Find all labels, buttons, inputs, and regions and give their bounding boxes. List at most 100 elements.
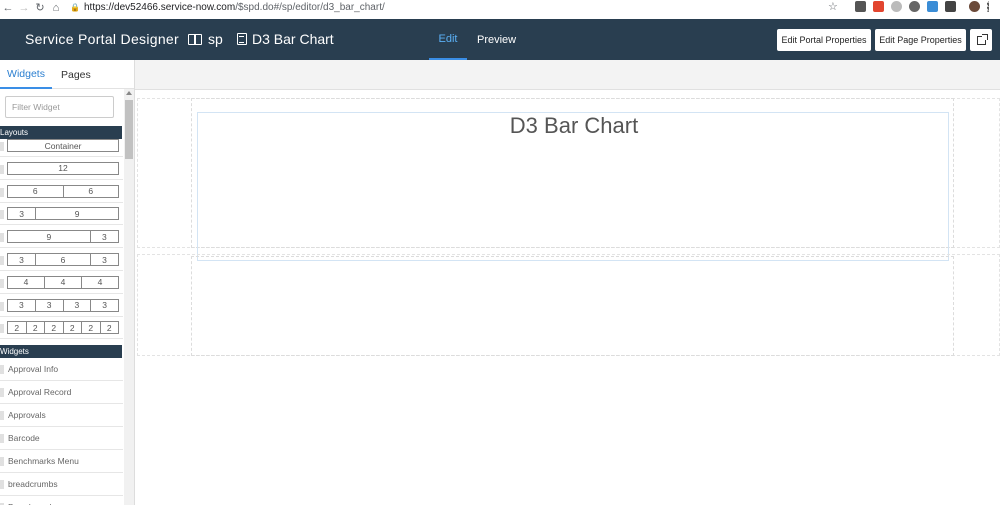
layout-item[interactable]: Container bbox=[0, 135, 123, 157]
menu-kebab-icon[interactable] bbox=[987, 1, 990, 12]
widget-list-item[interactable]: Approval Record bbox=[0, 381, 123, 404]
widget-list-item[interactable]: Approvals bbox=[0, 404, 123, 427]
drag-handle-icon[interactable] bbox=[0, 324, 4, 334]
tab-preview[interactable]: Preview bbox=[473, 19, 520, 60]
layout-column: 6 bbox=[36, 254, 91, 265]
app-title: Service Portal Designer bbox=[25, 31, 179, 47]
layout-column: 9 bbox=[8, 231, 91, 243]
canvas-toolbar bbox=[135, 60, 1000, 90]
lock-icon[interactable]: 🔒 bbox=[70, 3, 80, 12]
ext-blue-icon[interactable] bbox=[927, 1, 938, 12]
row-2[interactable] bbox=[191, 256, 954, 356]
layout-preview: 3333 bbox=[7, 298, 119, 312]
drag-handle-icon[interactable] bbox=[0, 256, 4, 265]
page-canvas: D3 Bar Chart bbox=[135, 90, 1000, 505]
bookmark-star-icon[interactable]: ☆ bbox=[828, 0, 838, 13]
ext-grey-icon[interactable] bbox=[891, 1, 902, 12]
layout-column: 3 bbox=[64, 299, 92, 311]
edit-page-properties-button[interactable]: Edit Page Properties bbox=[875, 29, 966, 51]
layout-column: 4 bbox=[97, 277, 103, 288]
url-path: /$spd.do#/sp/editor/d3_bar_chart/ bbox=[235, 2, 385, 13]
layout-preview: 39 bbox=[7, 207, 119, 221]
book-icon bbox=[188, 33, 202, 45]
layout-item[interactable]: 3333 bbox=[0, 295, 123, 317]
layout-preview: Container bbox=[7, 139, 119, 152]
home-icon[interactable]: ⌂ bbox=[48, 2, 64, 14]
drag-handle-icon[interactable] bbox=[0, 411, 4, 420]
drag-handle-icon[interactable] bbox=[0, 164, 4, 174]
layout-preview: 444 bbox=[7, 275, 119, 289]
layout-item[interactable]: 12 bbox=[0, 158, 123, 180]
widget-list-item[interactable]: Barcode bbox=[0, 427, 123, 450]
widget-title: D3 Bar Chart bbox=[509, 113, 639, 138]
tab-widgets[interactable]: Widgets bbox=[0, 60, 52, 89]
layout-item[interactable]: 66 bbox=[0, 181, 123, 203]
widget-list-item[interactable]: breadcrumbs bbox=[0, 473, 123, 496]
widget-list-item[interactable]: Benchmarks Menu bbox=[0, 450, 123, 473]
designer-header: Service Portal Designer sp D3 Bar Chart … bbox=[0, 19, 1000, 60]
edit-portal-properties-button[interactable]: Edit Portal Properties bbox=[777, 29, 871, 51]
layout-preview: 222222 bbox=[7, 321, 119, 335]
scroll-up-icon[interactable] bbox=[126, 91, 132, 95]
widget-list-item[interactable]: Approval Info bbox=[0, 358, 123, 381]
layout-column: 6 bbox=[88, 186, 94, 197]
layout-column: 4 bbox=[45, 276, 82, 288]
pocket-extension-icon[interactable] bbox=[855, 1, 866, 12]
layout-item[interactable]: 39 bbox=[0, 203, 123, 226]
tab-pages[interactable]: Pages bbox=[56, 60, 96, 89]
drag-handle-icon[interactable] bbox=[0, 434, 4, 443]
widgets-list: Approval Info Approval Record Approvals Bar… bbox=[0, 358, 123, 505]
drag-handle-icon[interactable] bbox=[0, 301, 4, 311]
drag-handle-icon[interactable] bbox=[0, 388, 4, 397]
sidebar-scrollbar[interactable] bbox=[124, 89, 134, 505]
reload-icon[interactable]: ↻ bbox=[32, 1, 48, 14]
widgets-heading: Widgets bbox=[0, 345, 122, 358]
widget-list-label: Barcode bbox=[8, 433, 40, 443]
drag-handle-icon[interactable] bbox=[0, 278, 4, 288]
layout-column: 2 bbox=[64, 322, 82, 334]
layout-preview: 93 bbox=[7, 230, 119, 244]
ext-shield-icon[interactable] bbox=[945, 1, 956, 12]
drag-handle-icon[interactable] bbox=[0, 233, 4, 243]
ext-dark-icon[interactable] bbox=[909, 1, 920, 12]
portal-selector[interactable]: sp bbox=[188, 31, 223, 47]
d3-bar-chart-widget[interactable]: D3 Bar Chart bbox=[197, 112, 949, 261]
open-page-button[interactable] bbox=[970, 29, 992, 51]
page-selector[interactable]: D3 Bar Chart bbox=[237, 31, 334, 47]
layout-column: Container bbox=[44, 140, 82, 151]
filter-widget-input[interactable] bbox=[5, 96, 114, 118]
drag-handle-icon[interactable] bbox=[0, 457, 4, 466]
avatar[interactable] bbox=[969, 1, 980, 12]
layout-item[interactable]: 222222 bbox=[0, 317, 123, 340]
layout-column: 3 bbox=[8, 299, 36, 311]
layout-item[interactable]: 444 bbox=[0, 272, 123, 294]
drag-handle-icon[interactable] bbox=[0, 187, 4, 197]
portal-name: sp bbox=[208, 31, 223, 47]
forward-icon[interactable]: → bbox=[16, 2, 32, 14]
widget-list-label: Benchmarks Menu bbox=[8, 456, 79, 466]
layout-column: 3 bbox=[102, 254, 107, 265]
layout-column: 3 bbox=[102, 300, 107, 311]
tab-edit[interactable]: Edit bbox=[429, 19, 467, 60]
drag-handle-icon[interactable] bbox=[0, 480, 4, 489]
layout-item[interactable]: 363 bbox=[0, 249, 123, 271]
drag-handle-icon[interactable] bbox=[0, 142, 4, 151]
scrollbar-thumb[interactable] bbox=[125, 100, 133, 159]
layout-column: 12 bbox=[58, 163, 68, 174]
address-bar[interactable]: https://dev52466.service-now.com/$spd.do… bbox=[84, 2, 385, 13]
layout-column: 2 bbox=[27, 322, 45, 334]
page-icon bbox=[237, 33, 247, 45]
widget-list-label: breadcrumbs bbox=[8, 479, 58, 489]
back-icon[interactable]: ← bbox=[0, 2, 16, 14]
layout-item[interactable]: 93 bbox=[0, 226, 123, 249]
layout-column: 2 bbox=[45, 322, 64, 334]
widget-list-item[interactable]: Breadcrumbs bbox=[0, 496, 123, 505]
sidebar-tabs: Widgets Pages bbox=[0, 60, 134, 89]
drag-handle-icon[interactable] bbox=[0, 365, 4, 374]
page-name: D3 Bar Chart bbox=[252, 31, 334, 47]
ext-red-icon[interactable] bbox=[873, 1, 884, 12]
drag-handle-icon[interactable] bbox=[0, 210, 4, 220]
layout-column: 2 bbox=[82, 322, 101, 334]
layout-column: 2 bbox=[106, 322, 112, 333]
layout-column: 4 bbox=[8, 276, 45, 288]
